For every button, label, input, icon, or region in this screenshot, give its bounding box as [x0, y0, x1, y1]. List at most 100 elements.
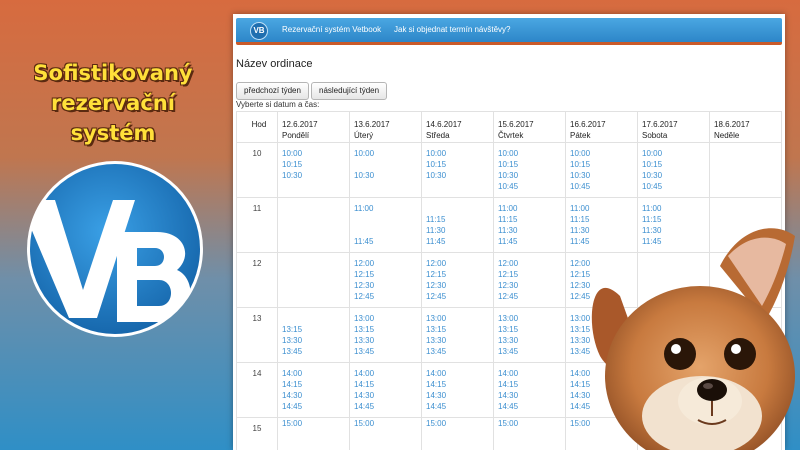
time-slot-link[interactable]: 13:30 — [282, 335, 349, 346]
prev-week-button[interactable]: předchozí týden — [236, 82, 309, 100]
time-slot-link[interactable]: 15:00 — [426, 418, 493, 429]
time-slot-link[interactable]: 10:15 — [282, 159, 349, 170]
time-slot-link[interactable]: 11:00 — [570, 203, 637, 214]
time-slot-link[interactable]: 14:15 — [354, 379, 421, 390]
time-slot-link[interactable]: 13:00 — [354, 313, 421, 324]
time-slot-link[interactable]: 10:45 — [570, 181, 637, 192]
time-slot-link[interactable]: 11:45 — [498, 236, 565, 247]
time-slot-link[interactable]: 12:00 — [498, 258, 565, 269]
hour-label: 14 — [252, 369, 262, 378]
time-slot-link[interactable]: 13:15 — [498, 324, 565, 335]
time-slot-link[interactable]: 13:45 — [354, 346, 421, 357]
time-slot-link[interactable]: 12:15 — [498, 269, 565, 280]
time-slot-link[interactable]: 11:15 — [498, 214, 565, 225]
time-slot-link[interactable]: 14:15 — [426, 379, 493, 390]
time-slot-link[interactable]: 14:45 — [498, 401, 565, 412]
time-slot-link[interactable]: 11:45 — [354, 236, 421, 247]
time-slot-link[interactable]: 10:00 — [642, 148, 709, 159]
time-slot-link[interactable]: 10:45 — [642, 181, 709, 192]
time-slot-link[interactable]: 14:30 — [282, 390, 349, 401]
time-slot-link[interactable]: 13:15 — [282, 324, 349, 335]
time-slot-link[interactable]: 11:00 — [498, 203, 565, 214]
time-slot-link[interactable]: 11:30 — [498, 225, 565, 236]
time-slot-link[interactable]: 13:45 — [498, 346, 565, 357]
time-slot-link[interactable]: 14:30 — [354, 390, 421, 401]
time-slot-link[interactable]: 13:00 — [426, 313, 493, 324]
time-slot-link[interactable]: 11:00 — [642, 203, 709, 214]
hour-column-header: Hod — [236, 111, 278, 143]
time-slot-link[interactable]: 12:15 — [426, 269, 493, 280]
time-slot-link[interactable]: 13:30 — [498, 335, 565, 346]
time-slot-link[interactable]: 12:30 — [498, 280, 565, 291]
time-slot-link[interactable]: 15:00 — [498, 418, 565, 429]
time-slot-link[interactable]: 12:15 — [354, 269, 421, 280]
next-week-button[interactable]: následující týden — [311, 82, 388, 100]
time-slot-link[interactable]: 12:00 — [426, 258, 493, 269]
time-slot-link[interactable]: 10:15 — [642, 159, 709, 170]
time-slot-link[interactable]: 11:00 — [354, 203, 421, 214]
time-slot-link[interactable]: 10:30 — [426, 170, 493, 181]
time-slot-link[interactable]: 13:45 — [426, 346, 493, 357]
day-slot-cell: 10:00 10:30 — [349, 142, 422, 198]
time-slot-link[interactable]: 14:00 — [498, 368, 565, 379]
day-slot-cell: 11:00 11:15 11:30 11:45 — [493, 197, 566, 253]
time-slot-link[interactable]: 12:45 — [354, 291, 421, 302]
time-slot-link[interactable]: 10:30 — [498, 170, 565, 181]
day-slot-cell: 13:00 13:15 13:30 13:45 — [349, 307, 422, 363]
day-name: Pátek — [570, 131, 591, 140]
time-slot-link[interactable]: 13:00 — [498, 313, 565, 324]
time-slot-link[interactable]: 13:15 — [354, 324, 421, 335]
time-slot-link[interactable]: 14:30 — [426, 390, 493, 401]
time-slot-link[interactable]: 10:30 — [354, 170, 421, 181]
day-slot-cell — [277, 252, 350, 308]
time-slot-link[interactable]: 14:00 — [426, 368, 493, 379]
time-slot-link[interactable]: 14:30 — [498, 390, 565, 401]
time-slot-link[interactable]: 11:45 — [426, 236, 493, 247]
time-slot-link[interactable]: 11:15 — [426, 214, 493, 225]
time-slot-link[interactable]: 11:15 — [570, 214, 637, 225]
time-slot-link[interactable]: 14:45 — [426, 401, 493, 412]
time-slot-link[interactable]: 15:00 — [354, 418, 421, 429]
time-slot-link[interactable]: 10:00 — [426, 148, 493, 159]
time-slot-link[interactable]: 13:30 — [426, 335, 493, 346]
day-date: 17.6.2017 — [642, 120, 678, 129]
day-slot-cell: 10:00 10:15 10:30 10:45 — [637, 142, 710, 198]
time-slot-link[interactable]: 10:00 — [354, 148, 421, 159]
time-slot-link[interactable]: 10:15 — [498, 159, 565, 170]
time-slot-link[interactable]: 12:45 — [426, 291, 493, 302]
time-slot-link[interactable]: 12:00 — [354, 258, 421, 269]
navbar-brand-link[interactable]: Rezervační systém Vetbook — [282, 25, 381, 34]
day-slot-cell: 10:00 10:15 10:30 — [421, 142, 494, 198]
time-slot-link[interactable]: 11:30 — [426, 225, 493, 236]
time-slot-link[interactable]: 12:45 — [498, 291, 565, 302]
time-slot-link[interactable]: 13:15 — [426, 324, 493, 335]
time-slot-link[interactable]: 10:15 — [570, 159, 637, 170]
time-slot-link[interactable]: 11:15 — [642, 214, 709, 225]
hour-label: 10 — [252, 149, 262, 158]
time-slot-link[interactable]: 10:30 — [570, 170, 637, 181]
hour-cell: 10 — [236, 142, 278, 198]
time-slot-link[interactable]: 14:45 — [354, 401, 421, 412]
time-slot-link[interactable]: 14:00 — [354, 368, 421, 379]
day-slot-cell — [277, 197, 350, 253]
time-slot-link[interactable]: 12:30 — [354, 280, 421, 291]
navbar-howto-link[interactable]: Jak si objednat termín návštěvy? — [394, 25, 511, 34]
time-slot-link[interactable]: 15:00 — [282, 418, 349, 429]
time-slot-link[interactable]: 14:45 — [282, 401, 349, 412]
time-slot-link[interactable]: 13:45 — [282, 346, 349, 357]
time-slot-link[interactable]: 10:00 — [570, 148, 637, 159]
time-slot-link[interactable]: 13:30 — [354, 335, 421, 346]
time-slot-link[interactable]: 12:30 — [426, 280, 493, 291]
time-slot-link[interactable]: 10:30 — [642, 170, 709, 181]
time-slot-link[interactable]: 10:00 — [498, 148, 565, 159]
time-slot-link[interactable]: 14:15 — [282, 379, 349, 390]
hour-cell: 13 — [236, 307, 278, 363]
navbar-logo-icon[interactable]: VB — [250, 22, 268, 40]
time-slot-link[interactable]: 10:15 — [426, 159, 493, 170]
time-slot-link[interactable]: 14:00 — [282, 368, 349, 379]
promo-line-1: Sofistikovaný — [33, 61, 193, 85]
time-slot-link[interactable]: 10:30 — [282, 170, 349, 181]
time-slot-link[interactable]: 10:45 — [498, 181, 565, 192]
time-slot-link[interactable]: 14:15 — [498, 379, 565, 390]
time-slot-link[interactable]: 10:00 — [282, 148, 349, 159]
